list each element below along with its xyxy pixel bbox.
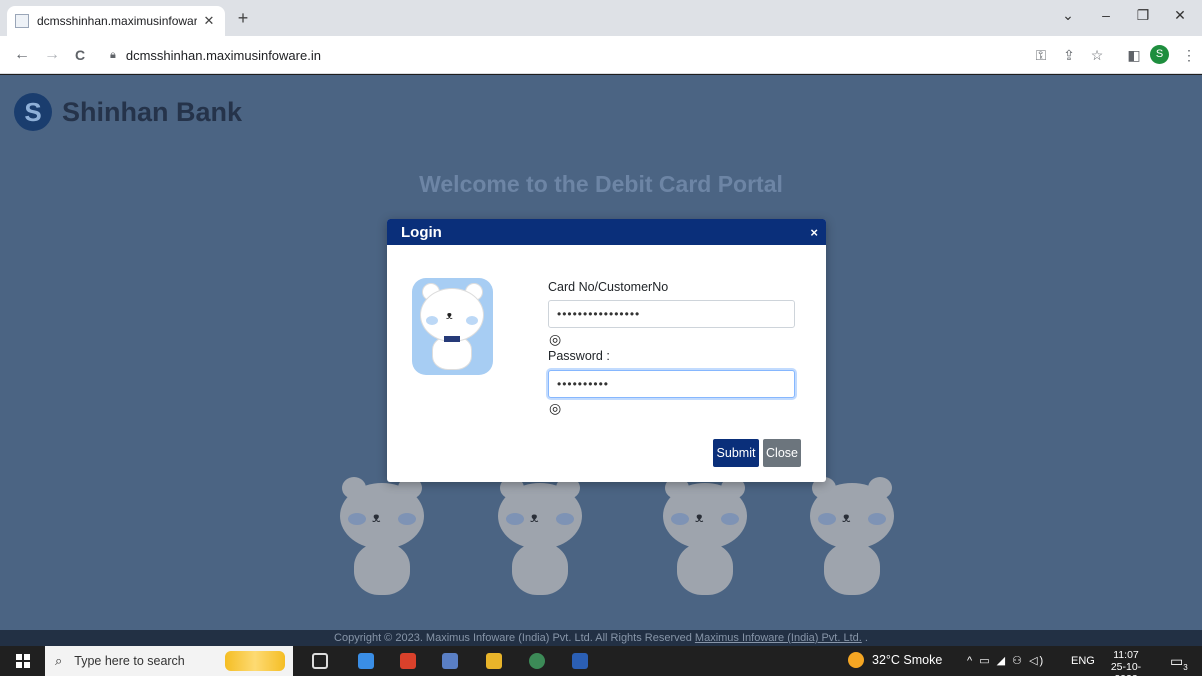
- brand-name: Shinhan Bank: [62, 96, 243, 127]
- footer-company-link[interactable]: Maximus Infoware (India) Pvt. Ltd.: [695, 632, 862, 644]
- windows-start-icon[interactable]: [16, 654, 30, 668]
- page-favicon-icon: [15, 14, 29, 28]
- word-icon[interactable]: [572, 653, 588, 669]
- sidepanel-icon[interactable]: ◧: [1125, 46, 1143, 64]
- tab-search-icon[interactable]: ⌄: [1058, 7, 1078, 24]
- network-app-icon[interactable]: [442, 653, 458, 669]
- submit-button[interactable]: Submit: [713, 439, 759, 467]
- bear-illustration: ᴥ: [490, 473, 590, 603]
- security-app-icon[interactable]: [400, 653, 416, 669]
- card-number-label: Card No/CustomerNo: [548, 280, 669, 294]
- chrome-icon[interactable]: [529, 653, 545, 669]
- system-tray-icons[interactable]: ^ ▭ ◢ ⚇ ◁): [967, 654, 1045, 667]
- modal-close-icon[interactable]: ×: [810, 225, 818, 240]
- weather-widget[interactable]: 32°C Smoke: [848, 652, 942, 668]
- shinhan-emblem-icon: S: [14, 93, 52, 131]
- restore-button[interactable]: ❐: [1133, 7, 1153, 24]
- card-number-input[interactable]: ••••••••••••••••: [548, 300, 795, 328]
- windows-taskbar: ⌕ Type here to search 32°C Smoke ^ ▭ ◢ ⚇…: [0, 646, 1202, 676]
- close-button[interactable]: Close: [763, 439, 801, 467]
- profile-avatar[interactable]: S: [1150, 45, 1169, 64]
- brand-logo: S Shinhan Bank: [14, 93, 242, 131]
- menu-icon[interactable]: ⋮: [1180, 46, 1198, 64]
- bear-illustration: ᴥ: [802, 473, 902, 603]
- taskbar-search-box[interactable]: ⌕ Type here to search: [45, 646, 293, 676]
- file-explorer-icon[interactable]: [486, 653, 502, 669]
- key-icon[interactable]: ⚿: [1032, 46, 1050, 64]
- search-placeholder: Type here to search: [74, 654, 185, 668]
- tab-close-icon[interactable]: ✕: [201, 13, 217, 29]
- password-label: Password :: [548, 349, 610, 363]
- language-indicator[interactable]: ENG: [1071, 655, 1095, 667]
- minimize-button[interactable]: –: [1096, 7, 1116, 23]
- weather-text: 32°C Smoke: [872, 653, 943, 667]
- modal-title: Login: [401, 223, 442, 241]
- notification-count: 3: [1183, 662, 1188, 672]
- address-bar[interactable]: 🔒︎ dcmsshinhan.maximusinfoware.in: [100, 41, 1030, 69]
- taskbar-clock[interactable]: 11:07 25-10-2023: [1104, 649, 1148, 676]
- clock-time: 11:07: [1113, 649, 1139, 661]
- modal-header: Login ×: [387, 219, 826, 245]
- back-button[interactable]: ←: [12, 45, 32, 65]
- clock-date: 25-10-2023: [1110, 661, 1142, 676]
- reload-button[interactable]: C: [70, 45, 90, 65]
- star-icon[interactable]: ☆: [1088, 46, 1106, 64]
- show-card-eye-icon[interactable]: ◎: [549, 332, 561, 346]
- weather-sun-icon: [848, 652, 864, 668]
- welcome-heading: Welcome to the Debit Card Portal: [419, 171, 783, 197]
- forward-button[interactable]: →: [42, 45, 62, 65]
- bear-illustration: ᴥ: [655, 473, 755, 603]
- page-footer: Copyright © 2023. Maximus Infoware (Indi…: [0, 630, 1202, 646]
- tab-title: dcmsshinhan.maximusinfoware.i: [37, 14, 197, 28]
- show-password-eye-icon[interactable]: ◎: [549, 401, 561, 415]
- lock-icon[interactable]: 🔒︎: [110, 49, 116, 62]
- browser-toolbar: ← → C 🔒︎ dcmsshinhan.maximusinfoware.in …: [0, 36, 1202, 74]
- url-text: dcmsshinhan.maximusinfoware.in: [125, 47, 321, 63]
- share-icon[interactable]: ⇪: [1060, 46, 1078, 64]
- login-modal: Login × ᴥ Card No/CustomerNo •••••••••••…: [387, 219, 826, 482]
- browser-tab[interactable]: dcmsshinhan.maximusinfoware.i ✕: [7, 6, 225, 36]
- new-tab-button[interactable]: +: [234, 9, 252, 27]
- search-icon: ⌕: [55, 653, 63, 668]
- password-input[interactable]: ••••••••••: [548, 370, 795, 398]
- window-close-button[interactable]: ✕: [1170, 7, 1190, 24]
- browser-tab-bar: dcmsshinhan.maximusinfoware.i ✕ + ⌄ – ❐ …: [0, 0, 1202, 36]
- copyright-text: Copyright © 2023. Maximus Infoware (Indi…: [334, 632, 695, 644]
- search-highlight-icon: [225, 651, 285, 671]
- notepad-icon[interactable]: [358, 653, 374, 669]
- footer-tail: .: [861, 632, 868, 644]
- bear-illustration: ᴥ: [332, 473, 432, 603]
- bear-avatar: ᴥ: [412, 278, 493, 375]
- notification-icon[interactable]: ▭3: [1170, 653, 1188, 672]
- task-view-icon[interactable]: [312, 653, 328, 669]
- screen: dcmsshinhan.maximusinfoware.i ✕ + ⌄ – ❐ …: [0, 0, 1202, 676]
